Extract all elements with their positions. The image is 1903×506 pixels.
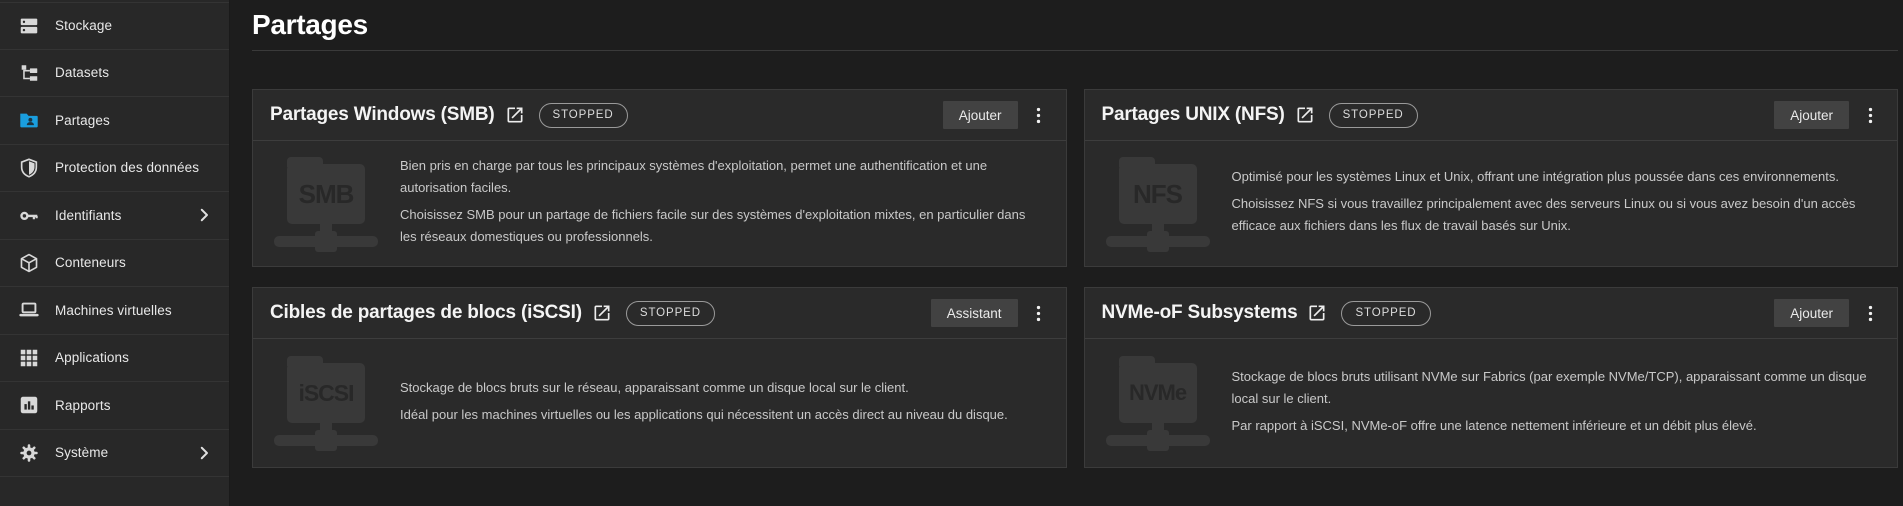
add-button[interactable]: Ajouter (942, 101, 1018, 129)
sidebar-item-systeme[interactable]: Système (0, 430, 229, 477)
share-cards-grid: Partages Windows (SMB) STOPPED Ajouter S… (252, 89, 1898, 468)
datasets-icon (17, 61, 41, 85)
share-card-iscsi: Cibles de partages de blocs (iSCSI) STOP… (252, 287, 1067, 468)
sidebar-item-label: Système (55, 445, 109, 461)
sidebar-item-label: Identifiants (55, 207, 122, 223)
sidebar-item-label: Applications (55, 350, 129, 366)
kebab-icon (1868, 107, 1872, 123)
chevron-right-icon (195, 206, 213, 224)
kebab-menu-button[interactable] (1025, 101, 1053, 129)
share-icon-label: SMB (298, 178, 355, 209)
sidebar-item-rapports[interactable]: Rapports (0, 382, 229, 430)
kebab-menu-button[interactable] (1856, 101, 1884, 129)
share-card-nfs: Partages UNIX (NFS) STOPPED Ajouter NFS (1083, 89, 1898, 267)
sidebar-item-applications[interactable]: Applications (0, 335, 229, 382)
description-paragraph: Bien pris en charge par tous les princip… (400, 158, 988, 195)
page-title: Partages (252, 9, 368, 40)
storage-icon (17, 14, 41, 38)
card-description: Optimisé pour les systèmes Linux et Unix… (1232, 161, 1874, 242)
sidebar-item-label: Machines virtuelles (55, 302, 172, 318)
cube-icon (17, 251, 41, 275)
external-link-icon[interactable] (505, 105, 525, 125)
smb-share-ghost-icon: SMB (274, 156, 378, 252)
description-paragraph: Choisissez NFS si vous travaillez princi… (1231, 196, 1856, 233)
external-link-icon[interactable] (1307, 303, 1327, 323)
shares-folder-icon (17, 108, 41, 132)
kebab-icon (1868, 305, 1872, 321)
bar-chart-icon (17, 393, 41, 417)
description-paragraph: Choisissez SMB pour un partage de fichie… (400, 207, 1026, 244)
status-badge: STOPPED (1328, 102, 1418, 128)
gear-icon (17, 441, 41, 465)
sidebar-item-label: Partages (55, 112, 110, 128)
card-body: NFS Optimisé pour les systèmes Linux et … (1085, 141, 1898, 266)
sidebar-item-identifiants[interactable]: Identifiants (0, 192, 229, 240)
kebab-menu-button[interactable] (1025, 299, 1053, 327)
card-body: iSCSI Stockage de blocs bruts sur le rés… (253, 339, 1066, 467)
sidebar-nav: Stockage Datasets Partages Protection de… (0, 0, 230, 506)
card-description: Stockage de blocs bruts utilisant NVMe s… (1232, 361, 1874, 442)
nfs-share-ghost-icon: NFS (1105, 156, 1210, 252)
sidebar-item-machines-virtuelles[interactable]: Machines virtuelles (0, 287, 229, 335)
kebab-icon (1036, 305, 1041, 321)
share-icon-label: NFS (1133, 178, 1183, 209)
description-paragraph: Par rapport à iSCSI, NVMe-oF offre une l… (1231, 417, 1757, 433)
kebab-menu-button[interactable] (1856, 299, 1884, 327)
card-description: Stockage de blocs bruts sur le réseau, a… (400, 372, 1042, 431)
external-link-icon[interactable] (1295, 105, 1315, 125)
shield-icon (17, 156, 41, 180)
add-button[interactable]: Ajouter (1774, 101, 1849, 129)
card-header: Cibles de partages de blocs (iSCSI) STOP… (253, 288, 1066, 339)
card-body: NVMe Stockage de blocs bruts utilisant N… (1085, 339, 1898, 467)
card-header: NVMe-oF Subsystems STOPPED Ajouter (1084, 288, 1897, 339)
sidebar-item-label: Stockage (55, 18, 113, 34)
sidebar-item-stockage[interactable]: Stockage (0, 2, 229, 50)
external-link-icon[interactable] (592, 303, 612, 323)
sidebar-item-label: Rapports (55, 397, 111, 413)
status-badge: STOPPED (538, 102, 628, 128)
share-card-nvme-of: NVMe-oF Subsystems STOPPED Ajouter NVMe (1083, 287, 1898, 468)
description-paragraph: Idéal pour les machines virtuelles ou le… (400, 406, 1008, 422)
sidebar-item-label: Conteneurs (55, 255, 126, 271)
status-badge: STOPPED (625, 300, 715, 326)
card-title: Cibles de partages de blocs (iSCSI) (270, 302, 582, 323)
apps-grid-icon (17, 346, 41, 370)
status-badge: STOPPED (1341, 300, 1431, 326)
card-title: Partages Windows (SMB) (270, 104, 495, 125)
card-title: NVMe-oF Subsystems (1101, 302, 1298, 323)
iscsi-share-ghost-icon: iSCSI (274, 356, 378, 451)
kebab-icon (1036, 107, 1041, 123)
card-description: Bien pris en charge par tous les princip… (400, 150, 1042, 253)
sidebar-item-datasets[interactable]: Datasets (0, 50, 229, 97)
card-body: SMB Bien pris en charge par tous les pri… (253, 141, 1066, 266)
card-header: Partages UNIX (NFS) STOPPED Ajouter (1084, 90, 1897, 141)
nvme-share-ghost-icon: NVMe (1105, 356, 1210, 451)
description-paragraph: Stockage de blocs bruts sur le réseau, a… (400, 379, 909, 395)
chevron-right-icon (195, 444, 213, 462)
key-icon (17, 203, 41, 227)
sidebar-item-partages[interactable]: Partages (0, 97, 229, 145)
main-content: Partages Partages Windows (SMB) STOPPED … (230, 0, 1903, 506)
sidebar-item-label: Datasets (55, 65, 110, 81)
sidebar-item-label: Protection des données (55, 160, 200, 176)
sidebar-item-conteneurs[interactable]: Conteneurs (0, 240, 229, 287)
laptop-icon (17, 298, 41, 322)
share-card-smb: Partages Windows (SMB) STOPPED Ajouter S… (252, 89, 1067, 267)
description-paragraph: Optimisé pour les systèmes Linux et Unix… (1231, 169, 1839, 184)
page-header: Partages (252, 0, 1898, 51)
share-icon-label: NVMe (1128, 380, 1187, 405)
wizard-button[interactable]: Assistant (930, 299, 1018, 327)
sidebar-item-protection-des-donnees[interactable]: Protection des données (0, 145, 229, 192)
description-paragraph: Stockage de blocs bruts utilisant NVMe s… (1231, 368, 1867, 406)
add-button[interactable]: Ajouter (1774, 299, 1849, 327)
card-title: Partages UNIX (NFS) (1101, 104, 1285, 125)
app-window: Stockage Datasets Partages Protection de… (0, 0, 1903, 506)
card-header: Partages Windows (SMB) STOPPED Ajouter (253, 90, 1066, 141)
share-icon-label: iSCSI (298, 379, 354, 406)
